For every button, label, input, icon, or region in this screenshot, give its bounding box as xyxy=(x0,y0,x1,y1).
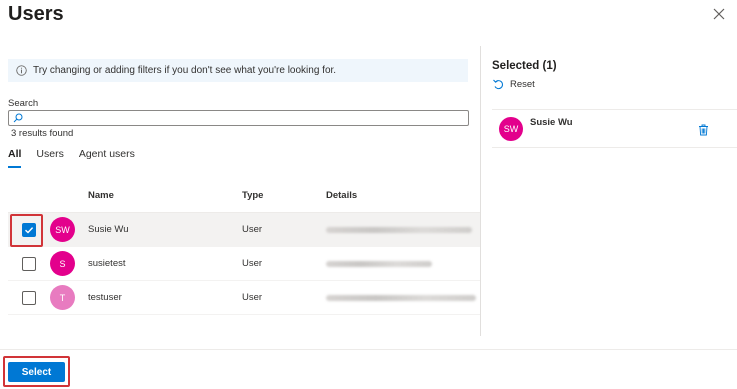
selected-item-name: Susie Wu xyxy=(530,117,573,128)
row-checkbox[interactable] xyxy=(22,290,36,305)
tab-agent-users[interactable]: Agent users xyxy=(79,148,135,168)
table-row[interactable]: T testuser User xyxy=(8,281,480,315)
search-input[interactable] xyxy=(27,112,468,124)
results-table: Name Type Details SW Susie Wu User S sus… xyxy=(8,178,480,315)
row-name: Susie Wu xyxy=(88,224,129,235)
footer-divider xyxy=(0,349,737,350)
row-details-redacted xyxy=(326,226,480,233)
row-type: User xyxy=(242,258,263,269)
row-details-redacted xyxy=(326,260,480,267)
avatar: SW xyxy=(499,116,523,141)
dialog-title: Users xyxy=(8,3,64,25)
column-name[interactable]: Name xyxy=(88,190,242,201)
tab-users[interactable]: Users xyxy=(36,148,63,168)
selected-title: Selected (1) xyxy=(492,60,557,72)
selected-pane: Selected (1) Reset SW Susie Wu xyxy=(492,46,737,148)
filter-tabs: All Users Agent users xyxy=(8,148,150,168)
avatar: T xyxy=(50,285,75,310)
table-header: Name Type Details xyxy=(8,178,480,213)
picker-pane: Try changing or adding filters if you do… xyxy=(8,46,480,336)
pane-divider xyxy=(480,46,481,336)
column-details[interactable]: Details xyxy=(326,190,480,201)
table-row[interactable]: SW Susie Wu User xyxy=(8,213,480,247)
results-count: 3 results found xyxy=(11,128,74,139)
avatar: S xyxy=(50,251,75,276)
checkbox-highlight xyxy=(10,214,43,247)
reset-label: Reset xyxy=(510,78,535,90)
row-type: User xyxy=(242,292,263,303)
info-bar: Try changing or adding filters if you do… xyxy=(8,59,468,82)
tab-all[interactable]: All xyxy=(8,148,22,168)
row-type: User xyxy=(242,224,263,235)
info-text: Try changing or adding filters if you do… xyxy=(33,65,337,76)
trash-icon[interactable] xyxy=(698,123,709,141)
search-label: Search xyxy=(8,98,39,109)
row-details-redacted xyxy=(326,294,480,301)
row-name: susietest xyxy=(88,258,126,269)
selected-item: SW Susie Wu xyxy=(492,109,737,148)
select-button[interactable]: Select xyxy=(8,362,65,382)
row-checkbox[interactable] xyxy=(22,256,36,271)
reset-button[interactable]: Reset xyxy=(492,78,737,90)
search-box[interactable] xyxy=(8,110,469,126)
row-name: testuser xyxy=(88,292,122,303)
info-icon xyxy=(16,65,27,76)
table-row[interactable]: S susietest User xyxy=(8,247,480,281)
column-type[interactable]: Type xyxy=(242,190,326,201)
reset-icon xyxy=(493,79,504,90)
avatar: SW xyxy=(50,217,75,242)
search-icon xyxy=(13,113,23,123)
close-icon[interactable] xyxy=(711,6,727,22)
